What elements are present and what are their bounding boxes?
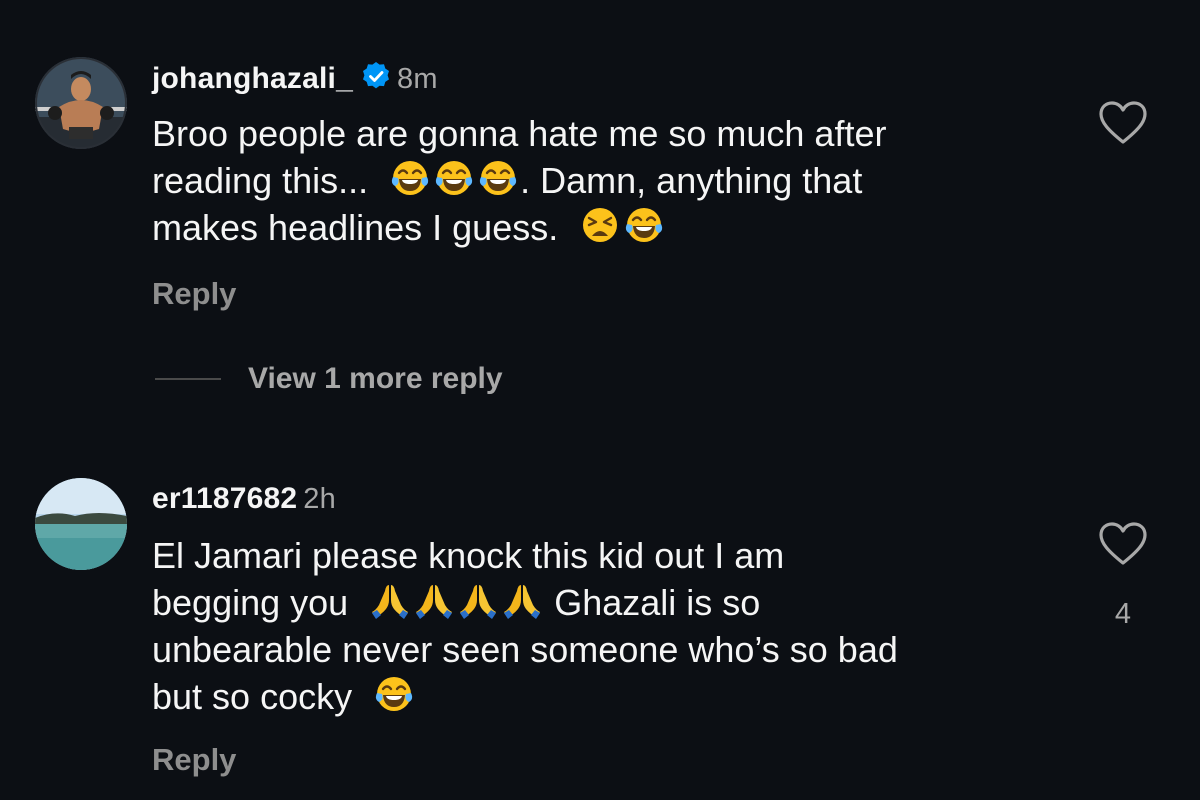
view-more-replies-label[interactable]: View 1 more reply [248, 362, 503, 396]
comment-text-segment: reading this... [152, 160, 369, 201]
comment-author[interactable]: er1187682 2h [152, 482, 336, 516]
comment-text-segment: but so cocky [152, 676, 353, 717]
tears-of-joy-emoji-icon [374, 674, 414, 714]
reply-button[interactable]: Reply [152, 276, 236, 312]
heart-outline-icon[interactable] [1098, 100, 1148, 146]
folded-hands-emoji-icon [414, 580, 454, 620]
profile-photo-icon [35, 478, 127, 570]
reply-button[interactable]: Reply [152, 742, 236, 778]
comment-line: makes headlines I guess. [152, 204, 886, 251]
username[interactable]: er1187682 [152, 482, 297, 515]
comments-view: johanghazali_ 8m Broo people are gonna ha… [0, 0, 1200, 800]
username[interactable]: johanghazali_ [152, 62, 353, 95]
weary-face-emoji-icon [580, 205, 620, 245]
comment-line: but so cocky [152, 673, 898, 720]
comment-text: Broo people are gonna hate me so much af… [152, 110, 886, 251]
folded-hands-emoji-icon [458, 580, 498, 620]
tears-of-joy-emoji-icon [390, 158, 430, 198]
tears-of-joy-emoji-icon [434, 158, 474, 198]
profile-photo-icon [35, 57, 127, 149]
comment-line: Broo people are gonna hate me so much af… [152, 113, 887, 154]
folded-hands-emoji-icon [502, 580, 542, 620]
thread-divider [155, 378, 221, 380]
comment-text-segment: begging you [152, 582, 349, 623]
like-count: 4 [1114, 598, 1132, 630]
comment-text-segment: Ghazali is so [554, 582, 761, 623]
view-more-replies-button[interactable]: View 1 more reply [155, 362, 503, 396]
comment-line: unbearable never seen someone who’s so b… [152, 629, 898, 670]
comment-line: reading this... . Damn, anything that [152, 157, 886, 204]
comment-text: El Jamari please knock this kid out I am… [152, 532, 898, 720]
tears-of-joy-emoji-icon [624, 205, 664, 245]
comment-text-segment: . Damn, anything that [520, 160, 863, 201]
comment-text-segment: makes headlines I guess. [152, 207, 559, 248]
avatar[interactable] [35, 57, 127, 149]
heart-outline-icon[interactable] [1098, 521, 1148, 567]
folded-hands-emoji-icon [370, 580, 410, 620]
tears-of-joy-emoji-icon [478, 158, 518, 198]
verified-badge-icon [361, 61, 391, 99]
comment-line: begging you Ghazali is so [152, 579, 898, 626]
avatar[interactable] [35, 478, 127, 570]
timestamp: 2h [303, 483, 336, 515]
comment-line: El Jamari please knock this kid out I am [152, 535, 785, 576]
timestamp: 8m [396, 63, 438, 95]
comment-author[interactable]: johanghazali_ 8m [152, 61, 438, 99]
